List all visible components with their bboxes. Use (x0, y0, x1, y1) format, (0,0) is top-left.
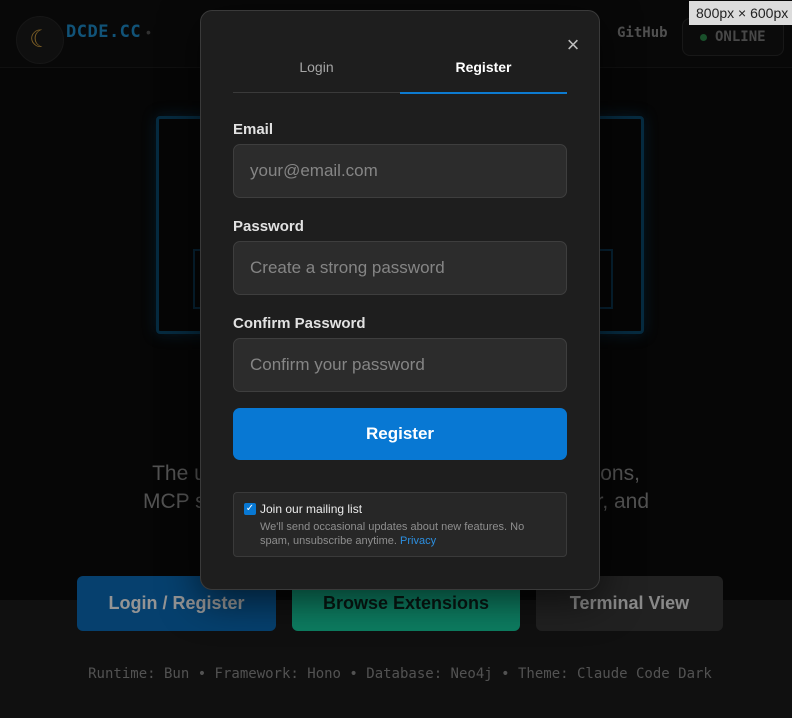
password-label: Password (233, 218, 304, 235)
password-field[interactable] (233, 241, 567, 295)
confirm-password-field[interactable] (233, 338, 567, 392)
close-icon[interactable]: × (563, 33, 583, 57)
register-submit-button[interactable]: Register (233, 408, 567, 460)
mailing-list-description: We'll send occasional updates about new … (260, 520, 550, 548)
viewport-size-badge: 800px × 600px (689, 1, 792, 25)
email-label: Email (233, 121, 274, 138)
mailing-list-optin: ✓ Join our mailing list We'll send occas… (233, 492, 567, 557)
tab-login[interactable]: Login (233, 55, 400, 93)
email-field[interactable] (233, 144, 567, 198)
tab-register[interactable]: Register (400, 55, 567, 94)
auth-modal: × Login Register Email Password Confirm … (200, 10, 600, 590)
confirm-password-label: Confirm Password (233, 315, 366, 332)
privacy-link[interactable]: Privacy (400, 535, 436, 547)
auth-tabs: Login Register (233, 55, 567, 94)
mailing-list-checkbox[interactable]: ✓ (244, 503, 256, 515)
mailing-list-title: Join our mailing list (260, 502, 363, 516)
mailing-description-text: We'll send occasional updates about new … (260, 521, 525, 547)
